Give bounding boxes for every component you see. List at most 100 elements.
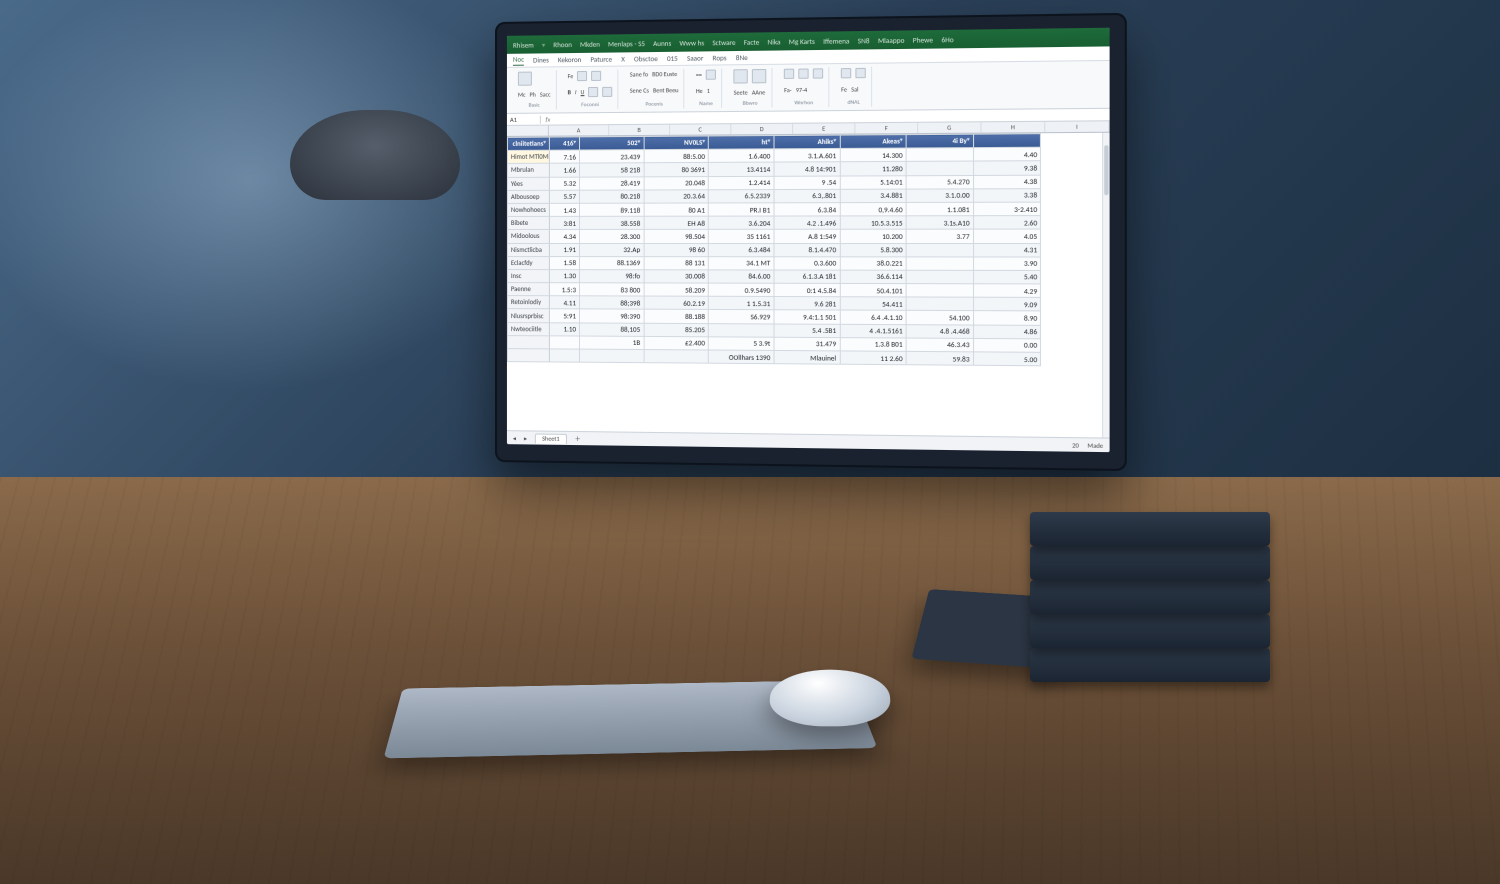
format-cells-icon[interactable] — [813, 68, 823, 78]
border-icon[interactable] — [588, 86, 598, 96]
cell[interactable]: 9 .54 — [774, 176, 840, 190]
ribbon-chip[interactable]: AAne — [752, 88, 765, 96]
cell[interactable]: 5.14:01 — [840, 175, 906, 189]
cell[interactable]: 4.31 — [973, 243, 1041, 257]
cell[interactable]: 3.1s.A10 — [906, 216, 973, 230]
col-letter[interactable]: D — [731, 124, 793, 135]
cell[interactable]: 4.2 .1.496 — [774, 216, 840, 230]
cell[interactable]: 14.300 — [840, 148, 906, 162]
cell[interactable]: 5.40 — [973, 270, 1041, 284]
ribbon-chip[interactable]: Sane fo — [630, 70, 648, 78]
ribbon-tab[interactable]: Saaor — [687, 53, 703, 62]
cell[interactable]: 3.38 — [973, 188, 1041, 202]
col-letter[interactable]: H — [981, 122, 1045, 133]
fx-icon[interactable]: fx — [541, 115, 555, 123]
table-header[interactable]: ht▾ — [709, 136, 774, 150]
cell[interactable]: 4.05 — [973, 229, 1041, 243]
row-label[interactable]: Nowhohoecs — [507, 203, 549, 216]
italic-button[interactable]: I — [575, 88, 577, 96]
cell[interactable]: 1.91 — [549, 243, 579, 256]
cell[interactable]: 6.1.3.A 181 — [774, 270, 840, 284]
row-label[interactable]: Bibete — [507, 217, 549, 230]
cell[interactable]: 5.8.300 — [840, 243, 906, 257]
cell[interactable]: 6.4 .4.1.10 — [840, 310, 906, 324]
ribbon-tab[interactable]: Obsctoe — [634, 54, 658, 63]
cell[interactable]: 1.5:3 — [549, 283, 579, 296]
sheet-nav-next-icon[interactable]: ▸ — [524, 434, 527, 442]
cell[interactable]: 88:5.00 — [644, 149, 709, 163]
cell[interactable]: Mlauinel — [774, 350, 840, 364]
cell[interactable]: 89.118 — [580, 203, 644, 216]
row-label[interactable]: Insc — [507, 269, 549, 282]
format-icon[interactable] — [752, 69, 766, 83]
row-label[interactable]: Nwteociitle — [507, 322, 549, 335]
cell[interactable] — [549, 336, 579, 349]
ribbon-chip[interactable]: Mc — [518, 90, 526, 98]
cell[interactable]: 10.5.3.515 — [840, 216, 906, 230]
cell[interactable]: £2.400 — [644, 336, 709, 350]
scrollbar-thumb[interactable] — [1104, 145, 1108, 195]
cell[interactable]: A.8 1:549 — [774, 230, 840, 243]
delete-icon[interactable] — [799, 68, 809, 78]
ribbon-tab[interactable]: Dines — [533, 55, 549, 64]
cell[interactable]: 1.1.081 — [906, 202, 973, 216]
cell[interactable]: 88.188 — [644, 310, 709, 324]
cell[interactable]: 28.300 — [580, 230, 644, 243]
cell[interactable]: 5.57 — [549, 190, 579, 203]
sort-icon[interactable] — [856, 68, 866, 78]
cell[interactable]: 4 .4.1.5161 — [840, 324, 906, 338]
col-letter[interactable]: F — [855, 123, 918, 134]
fill-icon[interactable] — [603, 86, 613, 96]
sum-icon[interactable] — [841, 68, 851, 78]
cell[interactable]: 0,9.4.60 — [840, 202, 906, 216]
cell[interactable]: 0.3.600 — [774, 256, 840, 270]
cell[interactable]: 4.86 — [973, 325, 1041, 339]
col-letter[interactable]: B — [609, 125, 670, 136]
cell[interactable] — [906, 284, 973, 298]
cell[interactable]: S6.929 — [709, 310, 774, 324]
cell[interactable]: 10.200 — [840, 229, 906, 243]
cell[interactable]: 11.280 — [840, 162, 906, 176]
cell[interactable]: 5:91 — [549, 309, 579, 322]
cell[interactable]: 3.1.0.00 — [906, 189, 973, 203]
ribbon-chip[interactable]: Bent Beeu — [653, 86, 679, 94]
row-label[interactable]: Eclacfdy — [507, 256, 549, 269]
cell[interactable] — [906, 270, 973, 284]
col-letter[interactable]: A — [549, 125, 609, 135]
cell[interactable]: 80.218 — [580, 190, 644, 203]
cell[interactable] — [906, 161, 973, 175]
col-letter[interactable]: C — [670, 124, 731, 135]
cell[interactable] — [644, 350, 709, 364]
cell[interactable]: 54.100 — [906, 311, 973, 325]
cell[interactable] — [906, 257, 973, 271]
cell[interactable]: 1 1.5.31 — [709, 297, 774, 311]
table-header[interactable]: 416▾ — [549, 137, 579, 150]
styles-icon[interactable] — [734, 69, 748, 83]
cell[interactable]: PR.I B1 — [709, 203, 774, 217]
worksheet-grid[interactable]: clniitetians▾ 416▾ 502▾ NV0LS▾ ht▾ Ahiks… — [507, 133, 1110, 438]
name-box[interactable]: A1 — [507, 115, 541, 123]
ribbon-chip[interactable]: Sal — [851, 85, 858, 93]
cell[interactable]: 2.60 — [973, 216, 1041, 230]
vertical-scrollbar[interactable] — [1102, 133, 1110, 438]
bold-button[interactable]: B — [568, 88, 571, 96]
cell[interactable]: 3.90 — [973, 257, 1041, 271]
ribbon-chip[interactable]: Ph — [530, 90, 536, 98]
table-header[interactable]: NV0LS▾ — [644, 136, 709, 150]
ribbon-chip[interactable]: Seete — [734, 88, 748, 96]
cell[interactable]: 31.479 — [774, 337, 840, 351]
cell[interactable]: 4.11 — [549, 296, 579, 309]
cell[interactable]: 4.8 .4.468 — [906, 324, 973, 338]
cell[interactable]: 1.2.414 — [709, 176, 774, 190]
cell[interactable]: 88 131 — [644, 256, 709, 269]
row-label[interactable]: Mbrulan — [507, 164, 549, 177]
ribbon-tab[interactable]: 015 — [667, 54, 678, 63]
table-header[interactable]: clniitetians▾ — [507, 137, 549, 150]
table-header[interactable]: Akeas▾ — [840, 135, 906, 149]
cell[interactable] — [906, 148, 973, 162]
cell[interactable]: 38.0.221 — [840, 257, 906, 271]
cell[interactable]: 0.00 — [973, 338, 1041, 352]
cell[interactable]: 1.10 — [549, 322, 579, 335]
cell[interactable]: 4.40 — [973, 147, 1041, 161]
cell[interactable]: 7.16 — [549, 150, 579, 163]
